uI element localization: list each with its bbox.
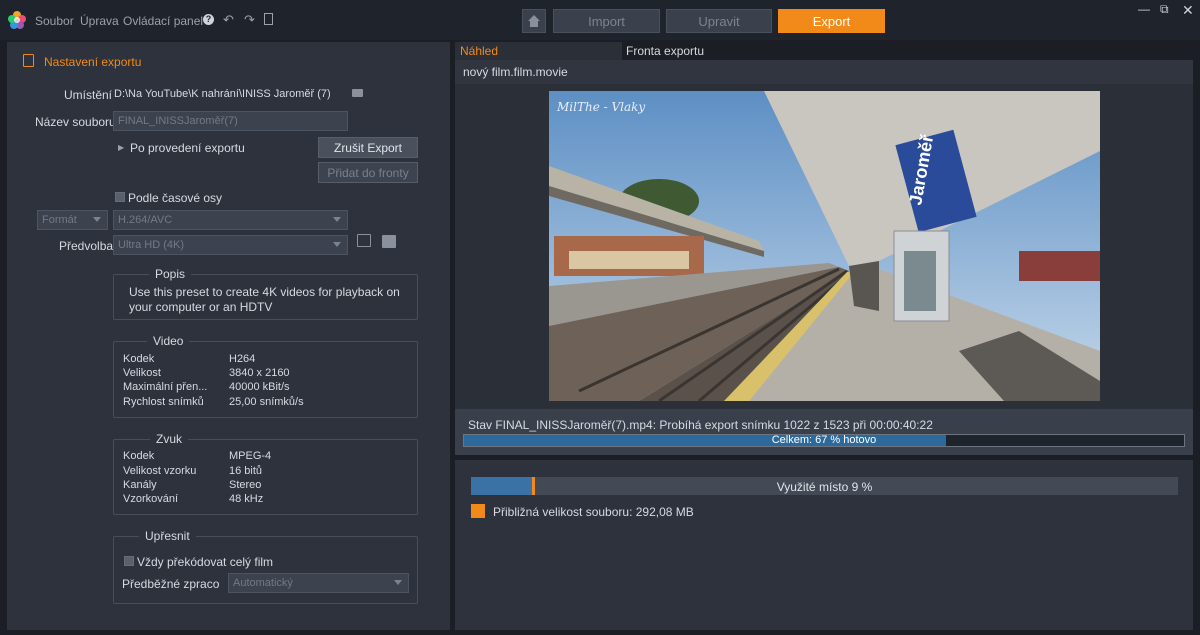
video-value: 3840 x 2160: [229, 367, 290, 379]
audio-group: Zvuk Kodek MPEG-4 Velikost vzorku 16 bit…: [113, 432, 418, 515]
import-mode-button[interactable]: Import: [553, 9, 660, 33]
codec-select[interactable]: H.264/AVC: [113, 210, 348, 230]
filename-input[interactable]: FINAL_INISSJaroměř(7): [113, 111, 348, 131]
preview-image: Jaroměř MilThe - Vlaky: [549, 91, 1100, 401]
edit-preset-icon[interactable]: [357, 234, 371, 247]
restore-icon[interactable]: ⧉: [1160, 2, 1169, 17]
by-timeline-checkbox[interactable]: [115, 192, 125, 202]
export-settings-icon: [23, 54, 34, 67]
preview-filename: nový film.film.movie: [455, 60, 1193, 84]
description-text: Use this preset to create 4K videos for …: [129, 285, 400, 314]
export-progress-bar: Celkem: 67 % hotovo: [463, 434, 1185, 447]
prerender-select[interactable]: Automatický: [228, 573, 409, 593]
menu-file[interactable]: Soubor: [35, 14, 74, 28]
export-mode-button[interactable]: Export: [778, 9, 885, 33]
home-icon: [528, 15, 540, 27]
audio-value: 48 kHz: [229, 493, 264, 505]
chevron-down-icon: [333, 217, 341, 222]
tab-export-queue[interactable]: Fronta exportu: [622, 42, 1196, 60]
tab-preview[interactable]: Náhled: [455, 42, 622, 60]
video-key: Velikost: [123, 367, 161, 379]
edit-mode-button[interactable]: Upravit: [666, 9, 772, 33]
watermark-text: MilThe - Vlaky: [556, 100, 645, 114]
audio-value: 16 bitů: [229, 465, 263, 477]
export-settings-title: Nastavení exportu: [44, 55, 142, 69]
audio-value: MPEG-4: [229, 450, 272, 462]
video-value: 25,00 snímků/s: [229, 396, 304, 408]
filename-label: Název souboru: [35, 115, 116, 129]
codec-select-value: H.264/AVC: [118, 214, 173, 226]
undo-icon[interactable]: ↶: [223, 12, 234, 28]
video-title: Video: [147, 334, 190, 348]
chevron-down-icon: [333, 242, 341, 247]
video-value: H264: [229, 353, 256, 365]
audio-key: Kodek: [123, 450, 155, 462]
format-select[interactable]: Formát: [37, 210, 108, 230]
close-icon[interactable]: ✕: [1182, 2, 1194, 19]
audio-title: Zvuk: [150, 432, 189, 446]
chevron-down-icon: [93, 217, 101, 222]
video-key: Kodek: [123, 353, 155, 365]
document-icon[interactable]: [264, 13, 273, 25]
minimize-icon[interactable]: —: [1138, 2, 1150, 16]
prerender-select-value: Automatický: [233, 577, 293, 589]
preset-select-value: Ultra HD (4K): [118, 239, 185, 251]
chevron-down-icon: [394, 580, 402, 585]
cancel-export-button[interactable]: Zrušit Export: [318, 137, 418, 158]
refine-group: Upřesnit Vždy překódovat celý film Předb…: [113, 529, 418, 604]
always-transcode-label: Vždy překódovat celý film: [137, 555, 274, 569]
file-size-legend-swatch: [471, 504, 485, 518]
audio-key: Kanály: [123, 479, 157, 491]
video-group: Video Kodek H264 Velikost 3840 x 2160 Ma…: [113, 334, 418, 418]
after-export-label[interactable]: Po provedení exportu: [130, 141, 245, 155]
file-size-legend: Přibližná velikost souboru: 292,08 MB: [493, 505, 694, 519]
preset-label: Předvolba: [59, 239, 114, 253]
disk-usage-bar: Využité místo 9 %: [471, 477, 1178, 495]
folder-icon[interactable]: [352, 89, 363, 97]
save-preset-icon[interactable]: [382, 235, 396, 248]
location-label: Umístění: [64, 88, 113, 102]
always-transcode-checkbox[interactable]: [124, 556, 134, 566]
preset-select[interactable]: Ultra HD (4K): [113, 235, 348, 255]
audio-key: Velikost vzorku: [123, 465, 197, 477]
export-status-text: Stav FINAL_INISSJaroměř(7).mp4: Probíhá …: [468, 418, 933, 432]
export-status-area: [455, 409, 1193, 455]
export-progress-label: Celkem: 67 % hotovo: [771, 434, 877, 446]
audio-key: Vzorkování: [123, 493, 179, 505]
add-to-queue-button[interactable]: Přidat do fronty: [318, 162, 418, 183]
prerender-label: Předběžné zpraco: [122, 577, 220, 591]
description-title: Popis: [149, 267, 192, 281]
disk-usage-label: Využité místo 9 %: [776, 480, 873, 494]
video-value: 40000 kBit/s: [229, 381, 290, 393]
refine-title: Upřesnit: [139, 529, 196, 543]
by-timeline-label: Podle časové osy: [128, 191, 223, 205]
video-key: Maximální přen...: [123, 381, 208, 393]
location-value: D:\Na YouTube\K nahrání\INISS Jaroměř (7…: [114, 88, 331, 100]
app-logo-icon: [7, 10, 27, 30]
menu-edit[interactable]: Úprava: [80, 14, 119, 28]
video-key: Rychlost snímků: [123, 396, 204, 408]
home-button[interactable]: [522, 9, 546, 33]
audio-value: Stereo: [229, 479, 262, 491]
menu-control-panel[interactable]: Ovládací panel: [123, 14, 203, 28]
description-group: Popis Use this preset to create 4K video…: [113, 267, 418, 320]
help-icon[interactable]: ?: [203, 14, 214, 25]
expand-arrow-icon[interactable]: ▶: [118, 143, 124, 152]
top-bar: Soubor Úprava Ovládací panel ? ↶ ↷ Impor…: [0, 0, 1200, 40]
format-select-value: Formát: [42, 214, 77, 226]
redo-icon[interactable]: ↷: [244, 12, 255, 28]
